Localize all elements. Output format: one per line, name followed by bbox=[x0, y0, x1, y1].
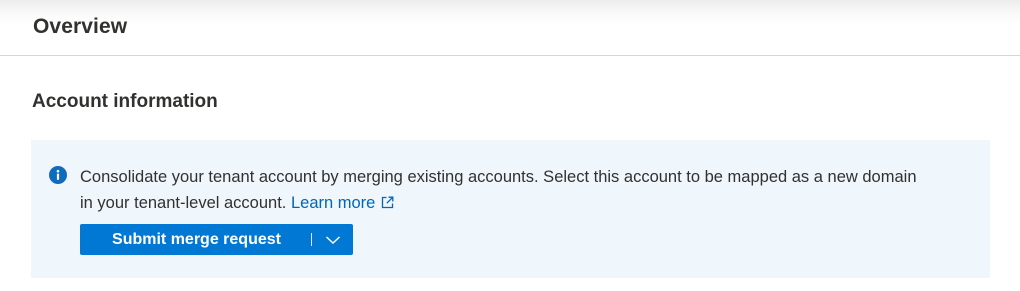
section-title: Account information bbox=[32, 91, 218, 112]
submit-merge-request-dropdown-button[interactable] bbox=[312, 224, 353, 255]
info-message: Consolidate your tenant account by mergi… bbox=[80, 164, 980, 216]
info-icon bbox=[49, 166, 67, 184]
learn-more-link[interactable]: Learn more bbox=[291, 194, 394, 212]
learn-more-label: Learn more bbox=[290, 194, 376, 212]
submit-merge-request-split-button: Submit merge request bbox=[80, 224, 353, 255]
page-title: Overview bbox=[33, 15, 128, 38]
split-divider bbox=[311, 233, 312, 246]
info-message-bar: Consolidate your tenant account by mergi… bbox=[31, 140, 990, 278]
page-header: Overview bbox=[0, 0, 1020, 56]
overview-page: Overview Account information Consolidate… bbox=[0, 0, 1020, 291]
submit-merge-request-button[interactable]: Submit merge request bbox=[80, 224, 311, 255]
info-message-line1: Consolidate your tenant account by mergi… bbox=[80, 168, 917, 186]
chevron-down-icon bbox=[325, 235, 340, 244]
info-message-line2: in your tenant-level account. bbox=[80, 194, 287, 212]
external-link-icon bbox=[381, 191, 394, 209]
